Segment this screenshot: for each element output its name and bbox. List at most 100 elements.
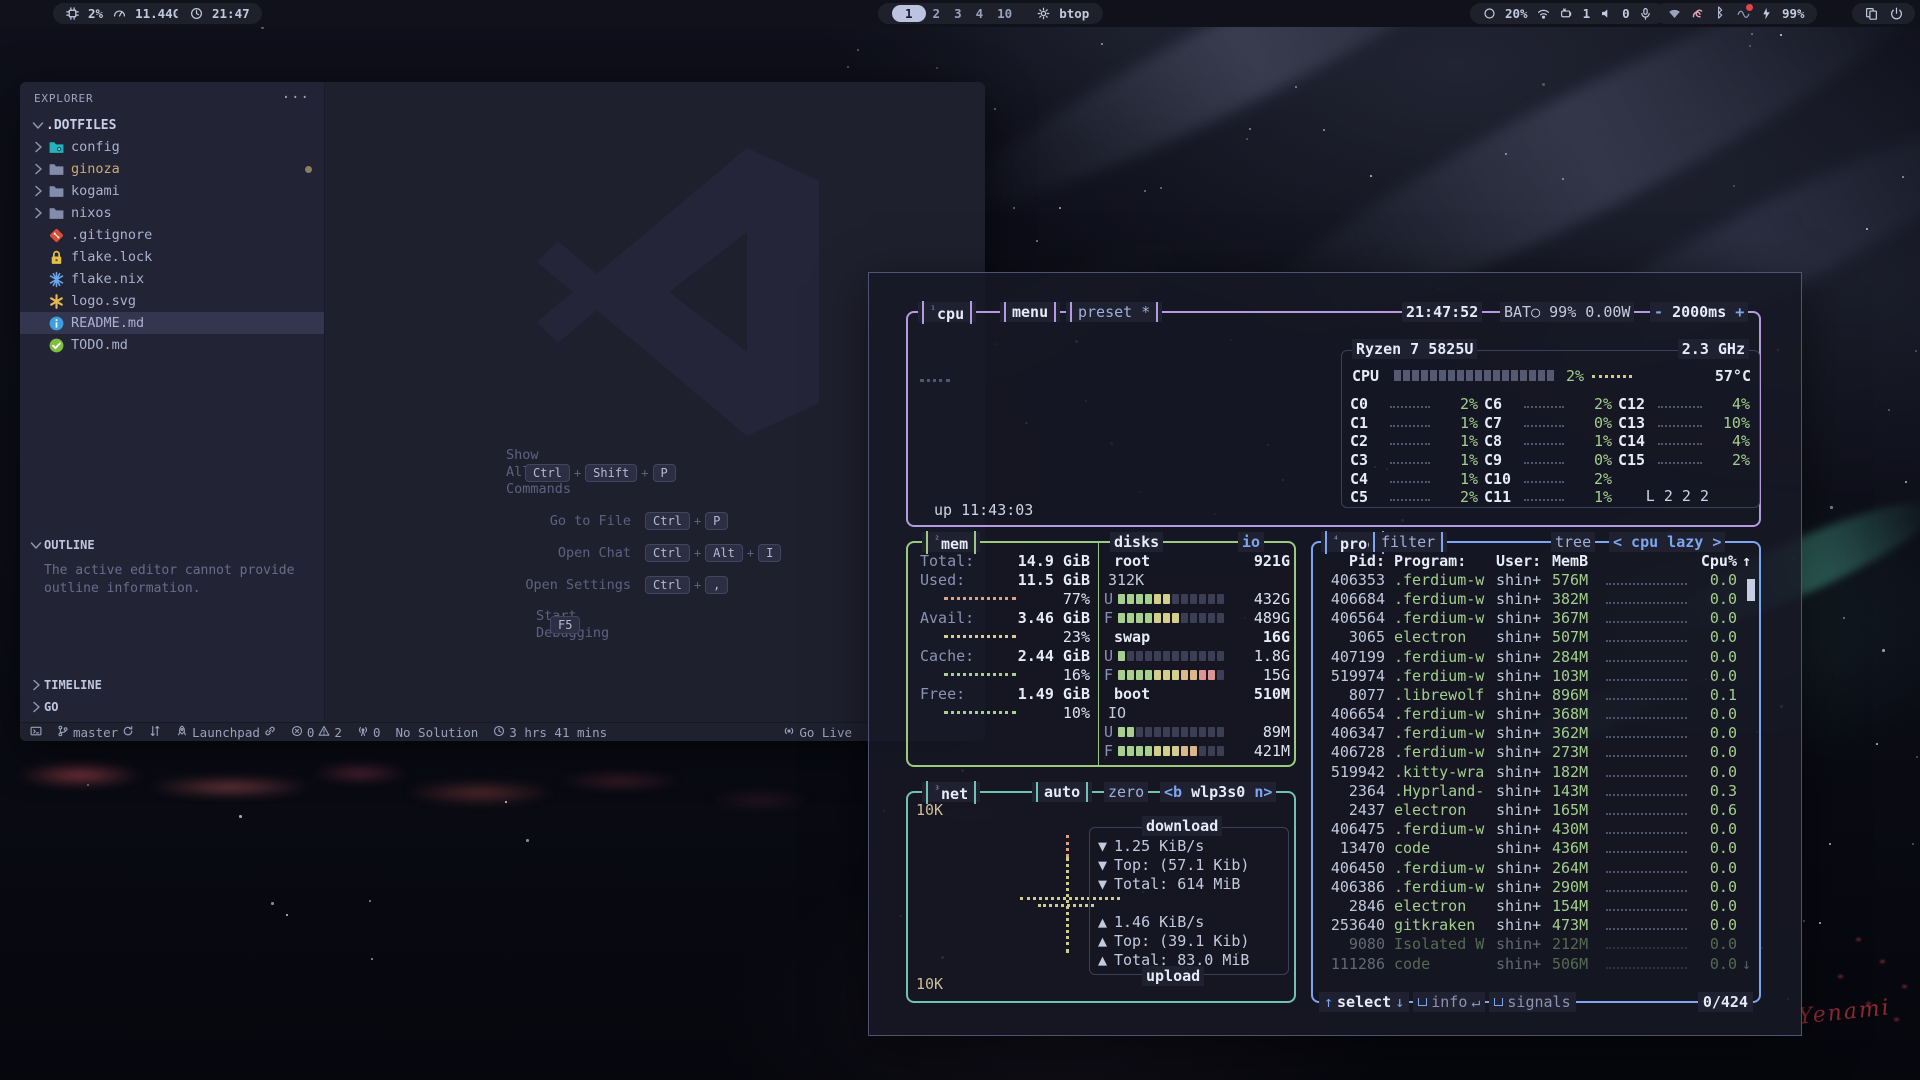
net-stat-line: ▲Top: (39.1 Kib): [1090, 931, 1288, 950]
statusbar-item-0[interactable]: 0: [357, 725, 381, 740]
tray-pill[interactable]: ᛒ 99%: [1655, 3, 1817, 24]
signals-hint[interactable]: signals: [1489, 992, 1575, 1012]
process-row-406654[interactable]: 406654.ferdium-wshin+368M0.0: [1313, 705, 1759, 724]
input-method-icon: [1690, 7, 1704, 21]
direction-arrow-icon: ▼: [1098, 875, 1114, 893]
process-row-13470[interactable]: 13470codeshin+436M0.0: [1313, 839, 1759, 858]
proc-mem: 362M: [1552, 724, 1600, 742]
io-mode-button[interactable]: io: [1238, 532, 1264, 552]
clock-pill[interactable]: 21:47: [177, 3, 262, 24]
info-hint[interactable]: info↵: [1413, 992, 1485, 1012]
proc-program: electron: [1394, 897, 1496, 915]
statusbar-item-0[interactable]: 02: [291, 725, 342, 740]
proc-cpu-graph: [1606, 717, 1687, 719]
explorer-actions-button[interactable]: ···: [282, 90, 310, 106]
tree-item-nixos[interactable]: nixos: [20, 202, 324, 224]
proc-scrollbar[interactable]: [1747, 579, 1755, 601]
tree-item--gitignore[interactable]: .gitignore: [20, 224, 324, 246]
process-row-2364[interactable]: 2364.Hyprland-shin+143M0.3: [1313, 781, 1759, 800]
tree-item-todo-md[interactable]: TODO.md: [20, 334, 324, 356]
process-row-406475[interactable]: 406475.ferdium-wshin+430M0.0: [1313, 820, 1759, 839]
process-row-406386[interactable]: 406386.ferdium-wshin+290M0.0: [1313, 877, 1759, 896]
process-row-253640[interactable]: 253640gitkrakenshin+473M0.0: [1313, 916, 1759, 935]
proc-tree-button[interactable]: tree: [1551, 532, 1595, 552]
proc-program: .ferdium-w: [1394, 724, 1496, 742]
power-pill[interactable]: [1852, 3, 1915, 24]
cpu-box-title: ¹cpu: [918, 302, 976, 322]
statusbar-item-master[interactable]: master: [57, 725, 134, 740]
process-row-2437[interactable]: 2437electronshin+165M0.6: [1313, 800, 1759, 819]
tree-item-flake-lock[interactable]: flake.lock: [20, 246, 324, 268]
tree-item-ginoza[interactable]: ginoza: [20, 158, 324, 180]
explorer-title: EXPLORER: [34, 92, 93, 105]
disks-title[interactable]: disks: [1110, 532, 1163, 552]
workspace-button-10[interactable]: 10: [990, 6, 1019, 21]
shortcut-keys: Ctrl+Alt+I: [645, 544, 781, 562]
proc-cpu-graph: [1606, 583, 1687, 585]
tree-item-flake-nix[interactable]: flake.nix: [20, 268, 324, 290]
process-row-406347[interactable]: 406347.ferdium-wshin+362M0.0: [1313, 724, 1759, 743]
mem-stat-percent: 10%: [1016, 704, 1090, 722]
section-timeline[interactable]: TIMELINE: [20, 674, 324, 696]
disk-bar-meter: [1118, 666, 1226, 684]
workspace-button-4[interactable]: 4: [969, 6, 991, 21]
process-row-3065[interactable]: 3065electronshin+507M0.0: [1313, 628, 1759, 647]
statusbar-item-launchpad[interactable]: Launchpad: [176, 725, 276, 740]
select-hint[interactable]: ↑select↓: [1319, 992, 1409, 1012]
net-zero-button[interactable]: zero: [1104, 782, 1148, 802]
link-icon: [264, 725, 276, 740]
process-row-406728[interactable]: 406728.ferdium-wshin+273M0.0: [1313, 743, 1759, 762]
proc-user: shin+: [1496, 590, 1552, 608]
tree-item-readme-md[interactable]: README.md: [20, 312, 324, 334]
tree-item-logo-svg[interactable]: logo.svg: [20, 290, 324, 312]
tree-root-dotfiles[interactable]: .DOTFILES: [20, 114, 324, 136]
net-auto-button[interactable]: auto: [1032, 782, 1092, 802]
net-interface-selector[interactable]: <b wlp3s0 n>: [1160, 782, 1276, 802]
process-row-406684[interactable]: 406684.ferdium-wshin+382M0.0: [1313, 589, 1759, 608]
mem-stat-graph-line: 23%: [908, 627, 1090, 646]
process-row-519942[interactable]: 519942.kitty-wrashin+182M0.0: [1313, 762, 1759, 781]
vscode-logo-watermark: [531, 142, 831, 442]
tree-item-config[interactable]: config: [20, 136, 324, 158]
bar-cell: [1208, 594, 1215, 604]
statusbar-item-compare-changes[interactable]: [149, 725, 161, 740]
process-row-111286[interactable]: 111286codeshin+506M0.0↓: [1313, 954, 1759, 973]
preset-button[interactable]: preset *: [1066, 302, 1162, 322]
workspace-button-2[interactable]: 2: [926, 6, 948, 21]
statusbar-item-remote-window[interactable]: [30, 725, 42, 740]
proc-filter-button[interactable]: filter: [1369, 532, 1447, 552]
proc-header-parw[interactable]: ↑: [1737, 552, 1751, 570]
process-row-406353[interactable]: 406353.ferdium-wshin+576M0.0: [1313, 570, 1759, 589]
disk-bar-kind: U: [1104, 647, 1118, 665]
process-row-519974[interactable]: 519974.ferdium-wshin+103M0.0: [1313, 666, 1759, 685]
workspace-button-3[interactable]: 3: [947, 6, 969, 21]
statusbar-item-3-hrs-41-mins[interactable]: 3 hrs 41 mins: [493, 725, 607, 740]
proc-pid: 3065: [1319, 628, 1385, 646]
meter-cell: [1493, 370, 1500, 381]
modified-dot: [305, 166, 312, 173]
process-row-8077[interactable]: 8077.librewolfshin+896M0.1: [1313, 685, 1759, 704]
tree-item-kogami[interactable]: kogami: [20, 180, 324, 202]
process-row-9080[interactable]: 9080Isolated Wshin+212M0.0: [1313, 935, 1759, 954]
statusbar-item-no-solution[interactable]: No Solution: [395, 725, 478, 740]
quick-settings-pill[interactable]: 20% 1 0: [1470, 3, 1665, 24]
update-interval-control[interactable]: - 2000ms +: [1650, 302, 1748, 322]
section-outline[interactable]: OUTLINE: [20, 534, 324, 556]
vscode-window: EXPLORER ··· .DOTFILES configginozakogam…: [20, 82, 985, 741]
key-ctrl: Ctrl: [525, 464, 570, 482]
process-row-406450[interactable]: 406450.ferdium-wshin+264M0.0: [1313, 858, 1759, 877]
process-row-2846[interactable]: 2846electronshin+154M0.0: [1313, 896, 1759, 915]
bar-cell: [1127, 670, 1134, 680]
bar-cell: [1199, 613, 1206, 623]
bluetooth-icon: ᛒ: [1713, 7, 1727, 21]
statusbar-item-go-live[interactable]: Go Live: [783, 725, 852, 740]
menu-button[interactable]: menu: [1000, 302, 1060, 322]
workspace-button-1[interactable]: 1: [892, 5, 926, 22]
proc-sort-selector[interactable]: < cpu lazy >: [1609, 532, 1725, 552]
core-row-c0: C02%: [1350, 395, 1478, 414]
tree-item-label: flake.lock: [71, 249, 152, 265]
process-row-406564[interactable]: 406564.ferdium-wshin+367M0.0: [1313, 609, 1759, 628]
process-row-407199[interactable]: 407199.ferdium-wshin+284M0.0: [1313, 647, 1759, 666]
disk-bar-meter: [1118, 723, 1226, 741]
section-go[interactable]: GO: [20, 696, 324, 718]
